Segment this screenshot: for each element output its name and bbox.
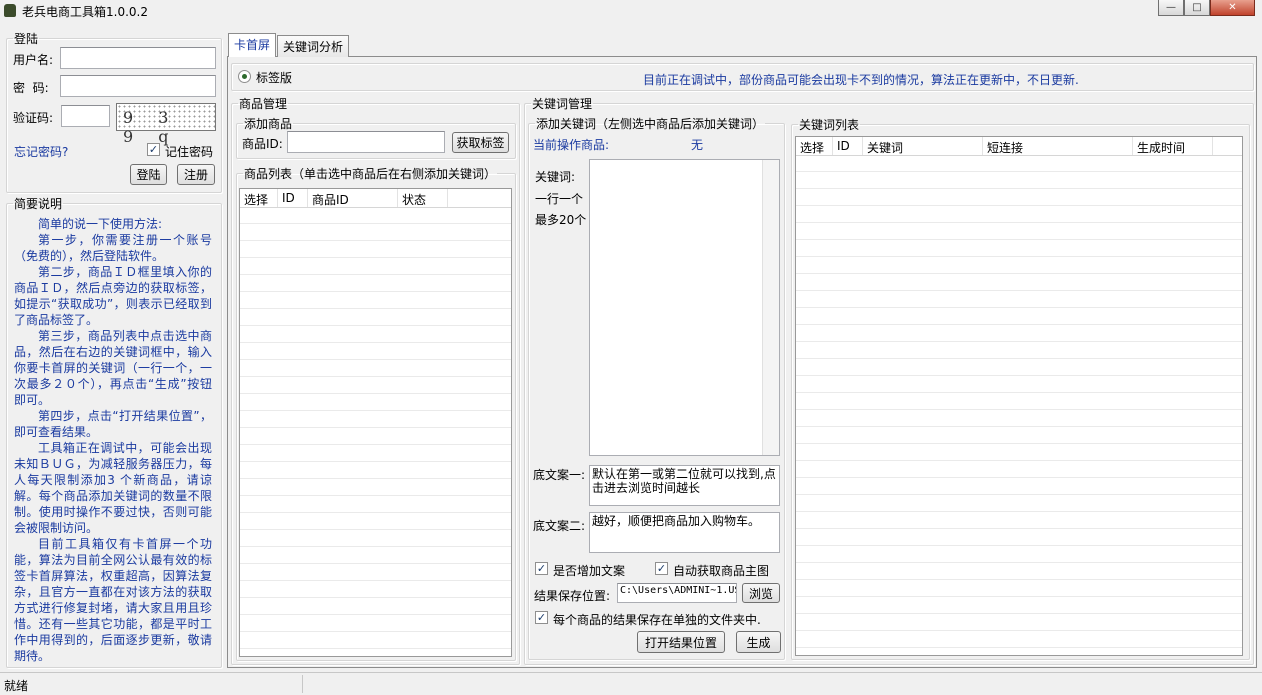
captcha-image[interactable]: 9 3 9 q xyxy=(116,103,216,146)
current-product-label: 当前操作商品: xyxy=(533,138,610,152)
status-text: 就绪 xyxy=(4,679,29,693)
add-copy-label: 是否增加文案 xyxy=(553,564,626,578)
fetch-tag-button[interactable]: 获取标签 xyxy=(452,132,509,153)
product-list-legend: 商品列表（单击选中商品后在右侧添加关键词） xyxy=(244,167,497,181)
column-header[interactable]: 短连接 xyxy=(983,137,1133,155)
password-label: 密 码: xyxy=(13,81,49,95)
keyword-hint-per-line: 一行一个 xyxy=(535,192,584,206)
keyword-label: 关键词: xyxy=(535,170,576,184)
separate-folder-label: 每个商品的结果保存在单独的文件夹中. xyxy=(553,613,761,627)
column-header[interactable]: ID xyxy=(833,137,863,155)
add-copy-checkbox[interactable]: ✓ xyxy=(535,562,548,575)
captcha-input[interactable] xyxy=(61,105,110,127)
product-list-table[interactable]: 选择 ID 商品ID 状态 xyxy=(239,188,512,657)
help-paragraph: 简单的说一下使用方法: xyxy=(38,217,163,231)
captcha-label: 验证码: xyxy=(13,111,54,125)
help-paragraph: 第一步，你需要注册一个账号（免费的），然后登陆软件。 xyxy=(14,233,212,263)
separate-folder-checkbox[interactable]: ✓ xyxy=(535,611,548,624)
keyword-hint-max: 最多20个 xyxy=(535,213,587,227)
status-bar: 就绪 xyxy=(0,672,1262,695)
column-header[interactable]: 选择 xyxy=(796,137,833,155)
keyword-list-table[interactable]: 选择 ID 关键词 短连接 生成时间 xyxy=(795,136,1243,656)
login-legend: 登陆 xyxy=(14,32,39,46)
help-legend: 简要说明 xyxy=(14,197,63,211)
footer-copy-2-input[interactable]: 越好，顺便把商品加入购物车。 xyxy=(589,512,780,553)
column-header[interactable]: 选择 xyxy=(240,189,278,207)
column-header[interactable]: 状态 xyxy=(398,189,448,207)
footer-copy-2-label: 底文案二: xyxy=(533,519,586,533)
auto-image-label: 自动获取商品主图 xyxy=(673,564,770,578)
current-product-value: 无 xyxy=(691,138,704,152)
keywords-scrollbar[interactable] xyxy=(762,160,779,455)
help-paragraph: 第二步，商品ＩＤ框里填入你的商品ＩＤ，然后点旁边的获取标签，如提示“获取成功”，… xyxy=(14,265,212,327)
debug-notice: 目前正在调试中，部份商品可能会出现卡不到的情况，算法正在更新中，不日更新. xyxy=(643,73,1079,87)
minimize-button[interactable]: — xyxy=(1158,0,1184,16)
product-list-header: 选择 ID 商品ID 状态 xyxy=(240,189,511,208)
tab-keyword-analysis[interactable]: 关键词分析 xyxy=(277,35,350,57)
open-result-button[interactable]: 打开结果位置 xyxy=(637,631,725,653)
help-paragraph: 目前工具箱仅有卡首屏一个功能，算法为目前全网公认最有效的标签卡首屏算法，权重超高… xyxy=(14,537,212,663)
column-header[interactable]: 商品ID xyxy=(308,189,398,207)
help-paragraph: 第四步，点击“打开结果位置”，即可查看结果。 xyxy=(14,409,212,439)
product-id-label: 商品ID: xyxy=(242,137,283,151)
add-keyword-legend: 添加关键词（左侧选中商品后添加关键词） xyxy=(536,117,765,131)
help-paragraph: 第三步，商品列表中点击选中商品，然后在右边的关键词框中，输入你要卡首屏的关键词（… xyxy=(14,329,212,407)
footer-copy-1-input[interactable]: 默认在第一或第二位就可以找到,点击进去浏览时间越长 xyxy=(589,465,780,506)
keyword-list-legend: 关键词列表 xyxy=(799,118,860,132)
status-divider xyxy=(302,675,303,693)
remember-checkbox[interactable]: ✓ xyxy=(147,143,160,156)
footer-copy-1-label: 底文案一: xyxy=(533,468,586,482)
column-header[interactable]: 关键词 xyxy=(863,137,983,155)
product-mgmt-legend: 商品管理 xyxy=(239,97,288,111)
username-label: 用户名: xyxy=(13,53,54,67)
tag-version-label: 标签版 xyxy=(256,71,293,85)
keywords-textarea[interactable] xyxy=(589,159,780,456)
help-paragraph: 工具箱正在调试中，可能会出现未知ＢＵＧ，为减轻服务器压力，每人每天限制添加3 个… xyxy=(14,441,212,535)
maximize-button[interactable]: □ xyxy=(1184,0,1210,16)
password-input[interactable] xyxy=(60,75,216,97)
browse-button[interactable]: 浏览 xyxy=(742,583,780,603)
save-location-label: 结果保存位置: xyxy=(534,589,611,603)
save-path-input[interactable]: C:\Users\ADMINI~1.US xyxy=(617,583,737,603)
remember-label: 记住密码 xyxy=(165,145,214,159)
help-text: 简单的说一下使用方法: 第一步，你需要注册一个账号（免费的），然后登陆软件。 第… xyxy=(14,216,212,664)
title-bar: 老兵电商工具箱1.0.0.2 — □ ✕ xyxy=(0,0,1262,22)
keyword-mgmt-legend: 关键词管理 xyxy=(532,97,593,111)
generate-button[interactable]: 生成 xyxy=(736,631,781,653)
window-title: 老兵电商工具箱1.0.0.2 xyxy=(22,5,148,19)
register-button[interactable]: 注册 xyxy=(177,164,215,185)
forgot-password-link[interactable]: 忘记密码? xyxy=(14,143,68,160)
auto-image-checkbox[interactable]: ✓ xyxy=(655,562,668,575)
add-product-legend: 添加商品 xyxy=(244,117,293,131)
login-button[interactable]: 登陆 xyxy=(130,164,167,185)
tab-home-screen[interactable]: 卡首屏 xyxy=(228,33,277,57)
product-id-input[interactable] xyxy=(287,131,445,153)
column-header[interactable]: 生成时间 xyxy=(1133,137,1213,155)
column-header[interactable]: ID xyxy=(278,189,308,207)
app-icon xyxy=(4,4,16,17)
tag-version-radio[interactable] xyxy=(238,70,251,83)
close-button[interactable]: ✕ xyxy=(1210,0,1255,16)
username-input[interactable] xyxy=(60,47,216,69)
keyword-list-header: 选择 ID 关键词 短连接 生成时间 xyxy=(796,137,1242,156)
